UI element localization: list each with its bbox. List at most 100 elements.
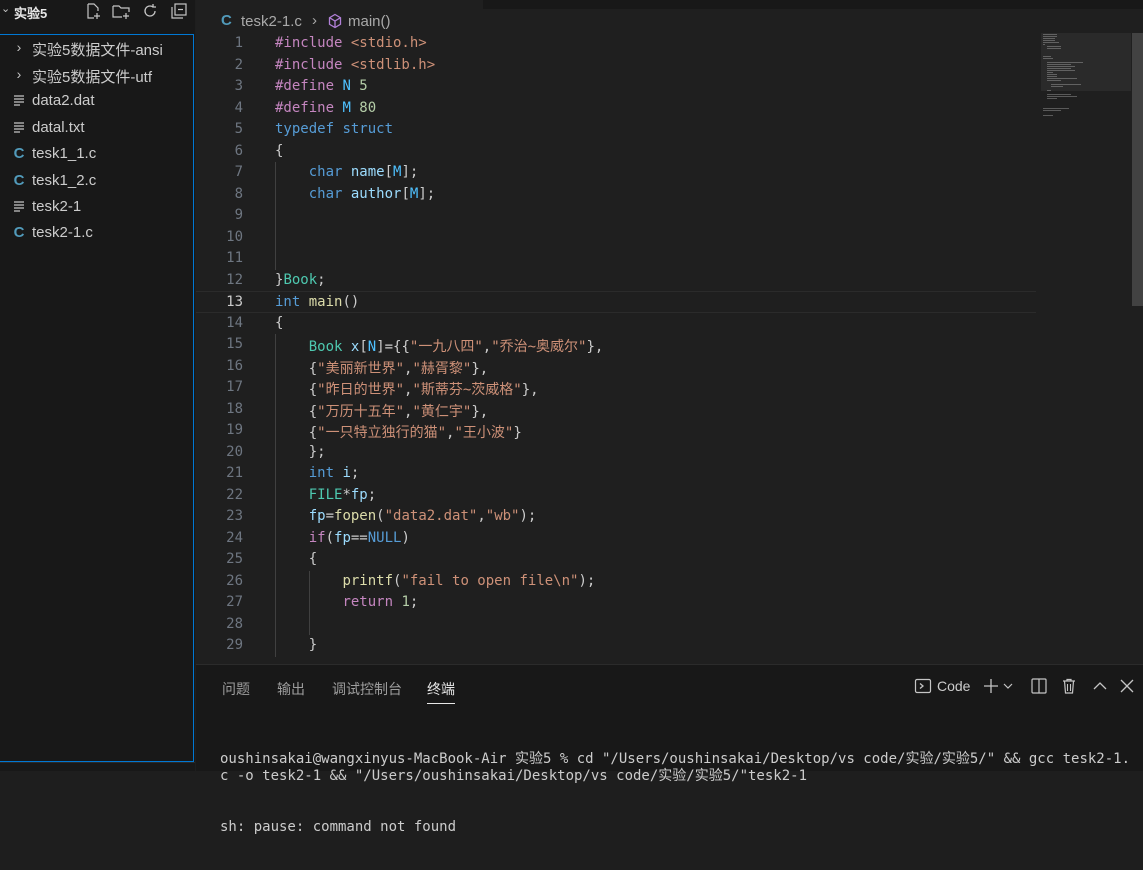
code-line[interactable]: 5 typedef struct	[196, 119, 1036, 141]
line-number: 18	[226, 400, 243, 417]
plus-icon[interactable]	[982, 677, 1000, 695]
code-line[interactable]: 9	[196, 205, 1036, 227]
tree-file-tesk2-1[interactable]: tesk2-1	[0, 194, 194, 220]
chevron-right-icon: ›	[16, 66, 22, 82]
code-line[interactable]: 15 Book x[N]={{"一九八四","乔治~奥威尔"},	[196, 334, 1036, 356]
tree-file-tesk1-2-c[interactable]: C tesk1_2.c	[0, 168, 194, 194]
indent-guide	[275, 162, 276, 270]
code-line[interactable]: 7 char name[M];	[196, 162, 1036, 184]
breadcrumb-file[interactable]: tesk2-1.c	[241, 13, 302, 30]
editor-scrollbar[interactable]	[1132, 33, 1143, 664]
code-line[interactable]: 3 #define N 5	[196, 76, 1036, 98]
code-line[interactable]: 11	[196, 248, 1036, 270]
terminal-output[interactable]: oushinsakai@wangxinyus-MacBook-Air 实验5 %…	[220, 717, 1135, 870]
line-number: 3	[234, 78, 243, 94]
c-file-icon: C	[221, 12, 232, 29]
bottom-panel: 问题 输出 调试控制台 终端 Code oushinsakai@wangxiny…	[196, 664, 1143, 835]
terminal-icon[interactable]	[914, 677, 932, 695]
line-number: 11	[226, 250, 243, 266]
line-number: 12	[226, 271, 243, 288]
tree-folder-ansi[interactable]: › 实验5数据文件-ansi	[0, 35, 194, 61]
code-line[interactable]: 23 fp=fopen("data2.dat","wb");	[196, 506, 1036, 528]
code-text: int main()	[275, 294, 360, 310]
tree-item-label: tesk2-1.c	[32, 224, 93, 241]
code-text: {"美丽新世界","赫胥黎"},	[275, 360, 489, 377]
code-text: char author[M];	[308, 185, 436, 202]
c-file-icon: C	[13, 145, 25, 162]
code-line[interactable]: 27 return 1;	[196, 592, 1036, 614]
code-line[interactable]: 10	[196, 227, 1036, 249]
code-line[interactable]: 14 {	[196, 313, 1036, 335]
code-area[interactable]: 1 #include <stdio.h> 2 #include <stdlib.h> 3…	[196, 33, 1036, 664]
tree-file-tesk2-1-c[interactable]: C tesk2-1.c	[0, 220, 194, 246]
code-line[interactable]: 13 int main()	[196, 291, 1036, 313]
code-text: }Book;	[275, 271, 326, 288]
panel-tab-debug-console[interactable]: 调试控制台	[332, 679, 402, 699]
line-number: 23	[226, 508, 243, 524]
code-line[interactable]: 1 #include <stdio.h>	[196, 33, 1036, 55]
terminal-name[interactable]: Code	[937, 678, 970, 694]
code-line[interactable]: 28	[196, 614, 1036, 636]
tree-item-label: tesk1_2.c	[32, 172, 97, 189]
text-file-icon	[14, 122, 24, 133]
panel-tab-problems[interactable]: 问题	[222, 679, 250, 699]
maximize-panel-icon[interactable]	[1091, 677, 1109, 695]
code-line[interactable]: 20 };	[196, 442, 1036, 464]
close-icon[interactable]	[1118, 677, 1136, 695]
code-line[interactable]: 4 #define M 80	[196, 98, 1036, 120]
code-line[interactable]: 25 {	[196, 549, 1036, 571]
code-text: #define M 80	[275, 99, 377, 116]
text-file-icon	[14, 95, 24, 106]
tree-file-tesk1-1-c[interactable]: C tesk1_1.c	[0, 141, 194, 167]
panel-tab-terminal[interactable]: 终端	[427, 679, 455, 699]
panel-tab-output[interactable]: 输出	[277, 679, 305, 699]
indent-guide	[275, 334, 276, 657]
code-line[interactable]: 21 int i;	[196, 463, 1036, 485]
code-line[interactable]: 2 #include <stdlib.h>	[196, 55, 1036, 77]
chevron-down-icon[interactable]	[1002, 677, 1014, 695]
line-number: 14	[226, 314, 243, 331]
code-line[interactable]: 19 {"一只特立独行的猫","王小波"}	[196, 420, 1036, 442]
code-line[interactable]: 6{	[196, 141, 1036, 163]
code-line[interactable]: 8 char author[M];	[196, 184, 1036, 206]
line-number: 19	[226, 422, 243, 438]
code-text: printf("fail to open file\n");	[342, 572, 596, 589]
code-text: int i;	[308, 465, 360, 481]
folder-title[interactable]: 实验5	[14, 3, 47, 22]
trash-icon[interactable]	[1060, 677, 1078, 695]
code-line[interactable]: 16 {"美丽新世界","赫胥黎"},	[196, 356, 1036, 378]
file-tree: › 实验5数据文件-ansi › 实验5数据文件-utf data2.dat d…	[0, 34, 194, 762]
text-file-icon	[14, 201, 24, 212]
scrollbar-thumb[interactable]	[1132, 33, 1143, 306]
code-text: typedef struct	[275, 121, 394, 137]
tree-item-label: data2.dat	[32, 92, 95, 109]
c-file-icon: C	[13, 224, 25, 241]
refresh-icon[interactable]	[141, 2, 159, 20]
new-folder-icon[interactable]	[112, 2, 130, 20]
code-line[interactable]: 24 if(fp==NULL)	[196, 528, 1036, 550]
chevron-down-icon[interactable]: ⌄	[1, 2, 10, 15]
code-line[interactable]: 12 }Book;	[196, 270, 1036, 292]
code-line[interactable]: 22 FILE*fp;	[196, 485, 1036, 507]
line-number: 24	[226, 529, 243, 546]
editor-tab-active[interactable]	[196, 0, 483, 9]
minimap[interactable]	[1041, 33, 1131, 153]
code-editor: C tesk2-1.c › main() 1 #include <stdio.h>…	[196, 0, 1143, 664]
breadcrumb-symbol[interactable]: main()	[348, 13, 391, 30]
code-line[interactable]: 17 {"昨日的世界","斯蒂芬~茨威格"},	[196, 377, 1036, 399]
sidebar-outline-section[interactable]	[0, 762, 195, 771]
collapse-all-icon[interactable]	[170, 2, 188, 20]
code-line[interactable]: 18 {"万历十五年","黄仁宇"},	[196, 399, 1036, 421]
code-line[interactable]: 26 printf("fail to open file\n");	[196, 571, 1036, 593]
tree-folder-utf[interactable]: › 实验5数据文件-utf	[0, 62, 194, 88]
line-number: 8	[234, 185, 243, 202]
tree-file-datal-txt[interactable]: datal.txt	[0, 115, 194, 141]
new-file-icon[interactable]	[84, 2, 102, 20]
tree-file-data2-dat[interactable]: data2.dat	[0, 88, 194, 114]
code-line[interactable]: 29 }	[196, 635, 1036, 657]
split-terminal-icon[interactable]	[1030, 677, 1048, 695]
active-tab-indicator	[427, 703, 455, 704]
line-number: 7	[234, 164, 243, 180]
tab-strip	[196, 0, 1143, 9]
explorer-header: ⌄ 实验5	[0, 0, 195, 22]
